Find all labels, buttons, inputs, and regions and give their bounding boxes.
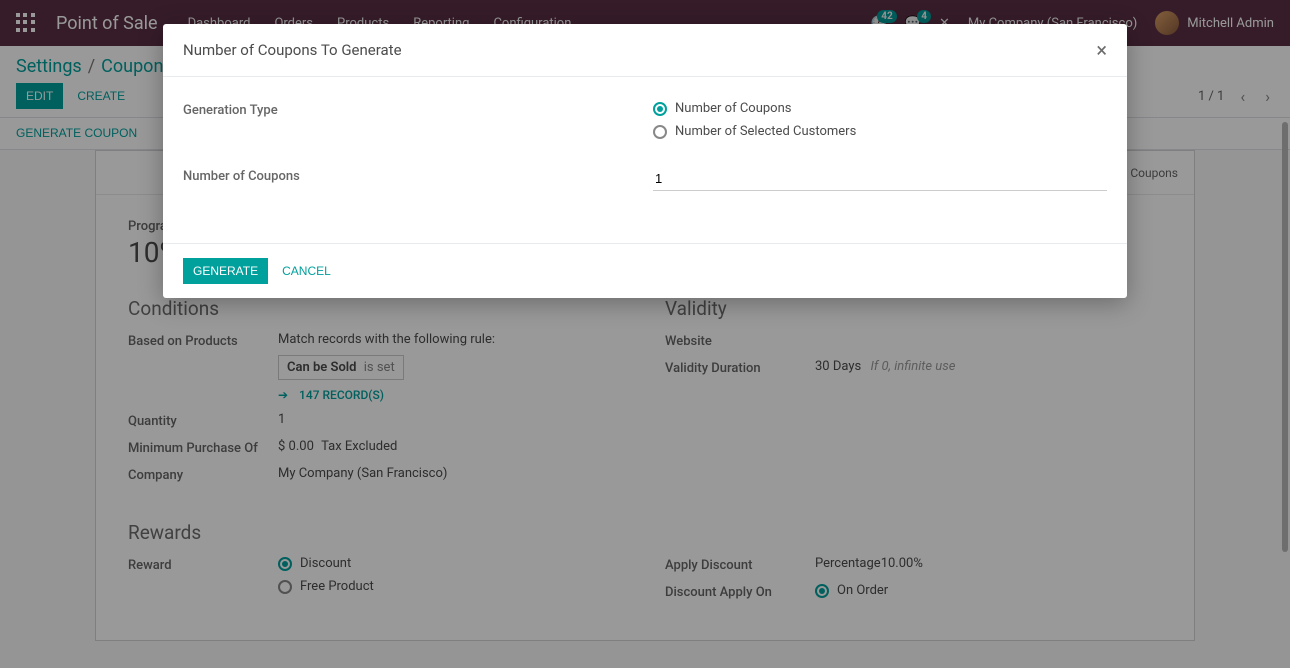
num-coupons-label: Number of Coupons bbox=[183, 167, 653, 191]
modal-title: Number of Coupons To Generate bbox=[183, 41, 402, 59]
generation-type-label: Generation Type bbox=[183, 101, 653, 147]
gen-type-num-customers-label: Number of Selected Customers bbox=[675, 124, 856, 139]
gen-type-num-customers[interactable]: Number of Selected Customers bbox=[653, 124, 1107, 139]
radio-unchecked-icon bbox=[653, 125, 667, 139]
generate-button[interactable]: GENERATE bbox=[183, 258, 268, 284]
radio-checked-icon bbox=[653, 102, 667, 116]
cancel-button[interactable]: CANCEL bbox=[272, 258, 341, 284]
gen-type-num-coupons[interactable]: Number of Coupons bbox=[653, 101, 1107, 116]
gen-type-num-coupons-label: Number of Coupons bbox=[675, 101, 791, 116]
num-coupons-input[interactable] bbox=[653, 167, 1107, 191]
generate-coupons-dialog: Number of Coupons To Generate × Generati… bbox=[163, 24, 1127, 298]
close-icon[interactable]: × bbox=[1096, 40, 1107, 60]
